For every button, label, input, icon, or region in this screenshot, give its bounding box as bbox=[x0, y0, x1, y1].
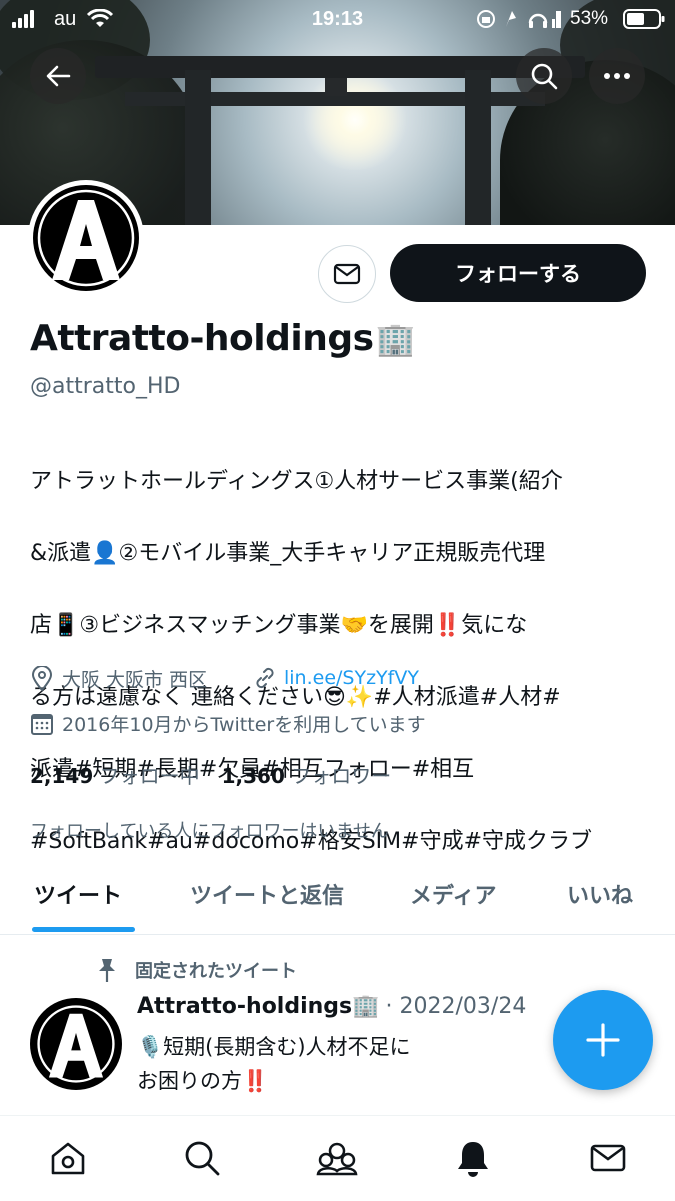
search-icon bbox=[531, 63, 558, 90]
banner-sun bbox=[300, 70, 410, 170]
nav-search[interactable] bbox=[180, 1136, 224, 1180]
pinned-text: 固定されたツイート bbox=[135, 961, 297, 982]
bio-line: &派遣👤②モバイル事業_大手キャリア正規販売代理 bbox=[30, 541, 546, 566]
more-icon bbox=[604, 73, 630, 79]
envelope-icon bbox=[333, 263, 361, 285]
compose-tweet-button[interactable] bbox=[553, 990, 653, 1090]
building-emoji: 🏢 bbox=[375, 319, 416, 358]
location-row: 大阪 大阪市 西区 bbox=[30, 665, 207, 692]
tweet-line: 🎙️短期(長期含む)人材不足に bbox=[137, 1035, 411, 1059]
link-icon bbox=[256, 667, 274, 689]
tab-tweets-replies[interactable]: ツイートと返信 bbox=[190, 878, 344, 910]
joined-text: 2016年10月からTwitterを利用しています bbox=[62, 714, 426, 736]
display-name-text: Attratto-holdings bbox=[30, 318, 374, 359]
followers-you-know: フォローしている人にフォロワーはいません bbox=[30, 821, 389, 842]
bio-line: 店📱③ビジネスマッチング事業🤝を展開‼️気にな bbox=[30, 613, 528, 638]
tweet-line: お困りの方‼️ bbox=[137, 1069, 269, 1093]
pinned-tweet-label: 固定されたツイート bbox=[95, 957, 297, 983]
followers-link[interactable]: 1,360 フォロワー bbox=[222, 760, 392, 789]
tweet-header: Attratto-holdings🏢 · 2022/03/24 bbox=[137, 994, 526, 1019]
search-icon bbox=[185, 1141, 220, 1176]
back-arrow-icon bbox=[46, 65, 71, 87]
nav-home[interactable] bbox=[46, 1136, 90, 1180]
bottom-navigation bbox=[0, 1115, 675, 1201]
joined-row: 2016年10月からTwitterを利用しています bbox=[30, 710, 426, 737]
battery-percent: 53% bbox=[570, 8, 609, 29]
following-label: フォロー中 bbox=[99, 764, 200, 788]
display-name: Attratto-holdings 🏢 bbox=[30, 318, 415, 359]
following-link[interactable]: 2,149 フォロー中 bbox=[30, 760, 200, 789]
website-link[interactable]: lin.ee/SYzYfVY bbox=[284, 667, 419, 689]
torii-beam bbox=[95, 56, 585, 78]
tab-media[interactable]: メディア bbox=[410, 878, 496, 910]
tab-likes[interactable]: いいね bbox=[567, 878, 633, 910]
tab-tweets[interactable]: ツイート bbox=[34, 878, 122, 910]
torii-pillar bbox=[465, 70, 491, 225]
tweet-avatar[interactable] bbox=[30, 998, 122, 1090]
message-button[interactable] bbox=[318, 245, 376, 303]
profile-tabs: ツイート ツイートと返信 メディア いいね bbox=[0, 858, 675, 935]
status-bar: au 19:13 53% bbox=[0, 0, 675, 38]
follow-counts: 2,149 フォロー中 1,360 フォロワー bbox=[30, 760, 391, 789]
followers-label: フォロワー bbox=[291, 764, 392, 788]
battery-icon bbox=[623, 9, 665, 29]
location-pin-icon bbox=[31, 665, 53, 691]
followers-count: 1,360 bbox=[221, 764, 285, 788]
nav-notifications[interactable] bbox=[451, 1136, 495, 1180]
plus-icon bbox=[586, 1023, 620, 1057]
location-text: 大阪 大阪市 西区 bbox=[62, 669, 208, 691]
messages-icon bbox=[590, 1144, 626, 1172]
nav-messages[interactable] bbox=[586, 1136, 630, 1180]
tweet-text[interactable]: 🎙️短期(長期含む)人材不足に お困りの方‼️ bbox=[137, 1030, 537, 1098]
back-button[interactable] bbox=[30, 48, 86, 104]
attratto-logo bbox=[33, 185, 139, 291]
user-handle: @attratto_HD bbox=[30, 374, 181, 399]
search-button[interactable] bbox=[516, 48, 572, 104]
profile-avatar[interactable] bbox=[28, 180, 144, 296]
attratto-logo bbox=[37, 1005, 115, 1083]
home-icon bbox=[51, 1142, 85, 1175]
status-icons bbox=[477, 10, 561, 28]
pin-icon bbox=[99, 959, 115, 982]
active-tab-indicator bbox=[32, 927, 135, 932]
communities-icon bbox=[316, 1142, 358, 1176]
more-options-button[interactable] bbox=[589, 48, 645, 104]
notifications-icon bbox=[458, 1142, 488, 1177]
torii-pillar bbox=[185, 70, 211, 225]
follow-button[interactable]: フォローする bbox=[390, 244, 646, 302]
tweet-date[interactable]: · 2022/03/24 bbox=[386, 994, 527, 1019]
calendar-icon bbox=[31, 713, 53, 735]
tweet-author[interactable]: Attratto-holdings🏢 bbox=[137, 994, 380, 1019]
bio-line: アトラットホールディングス①人材サービス事業(紹介 bbox=[30, 469, 563, 494]
following-count: 2,149 bbox=[30, 764, 94, 788]
torii-post bbox=[325, 78, 347, 96]
website-row[interactable]: lin.ee/SYzYfVY bbox=[252, 665, 419, 691]
nav-communities[interactable] bbox=[315, 1136, 359, 1180]
